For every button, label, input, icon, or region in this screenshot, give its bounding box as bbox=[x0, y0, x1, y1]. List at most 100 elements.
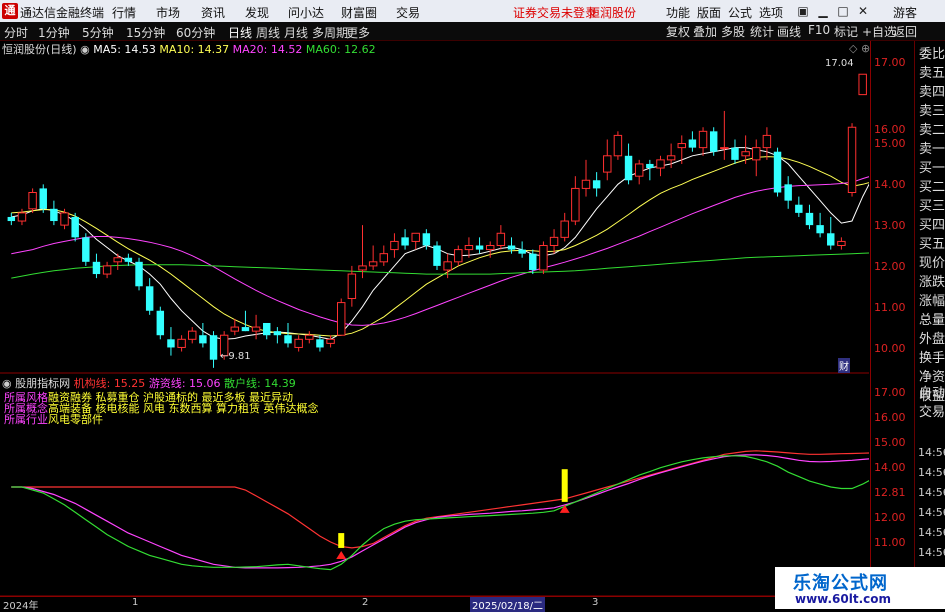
menu-item-options[interactable]: 选项 bbox=[759, 4, 783, 21]
ma60-label: MA60: 12.62 bbox=[305, 43, 376, 56]
multi-stock-button[interactable]: 多股 bbox=[721, 23, 745, 39]
side-panel-item[interactable]: 交易 bbox=[919, 405, 945, 420]
candle bbox=[634, 159, 644, 185]
side-panel-item: 14:56 bbox=[918, 526, 945, 539]
menu-item-bazaar[interactable]: 市场 bbox=[156, 4, 180, 21]
stock-label: 恒润股份(日线) bbox=[2, 43, 77, 56]
close-icon[interactable]: ✕ bbox=[853, 0, 873, 22]
add-watchlist-button[interactable]: +自选 bbox=[862, 23, 896, 39]
candle bbox=[156, 306, 165, 340]
period-tab-daily[interactable]: 日线 bbox=[228, 24, 252, 41]
minimize-icon[interactable]: ▁ bbox=[813, 0, 833, 22]
date-label: 3 bbox=[592, 597, 599, 608]
candle bbox=[518, 241, 526, 258]
period-tab-more[interactable]: 更多 bbox=[346, 24, 370, 41]
menu-item-trade[interactable]: 交易 bbox=[396, 4, 420, 21]
stats-button[interactable]: 统计 bbox=[750, 23, 774, 39]
period-tab-15min[interactable]: 15分钟 bbox=[126, 24, 165, 41]
guest-login[interactable]: 游客 bbox=[893, 4, 917, 21]
ma-line-ma5 bbox=[11, 147, 869, 340]
kline-chart[interactable] bbox=[0, 41, 869, 609]
candle bbox=[433, 241, 441, 270]
indicator-line-2 bbox=[11, 455, 869, 571]
draw-line-button[interactable]: 画线 bbox=[777, 23, 801, 39]
price-tick: 13.00 bbox=[874, 219, 906, 232]
candle bbox=[677, 135, 686, 164]
candle bbox=[50, 200, 58, 226]
candle bbox=[263, 322, 271, 340]
period-tab-60min[interactable]: 60分钟 bbox=[176, 24, 215, 41]
settings-icon[interactable]: ◉ bbox=[80, 43, 90, 56]
back-button[interactable]: 返回 bbox=[893, 23, 917, 39]
side-panel-item: 总量 bbox=[919, 313, 945, 328]
candle bbox=[496, 225, 506, 250]
candle bbox=[539, 241, 548, 275]
f10-button[interactable]: F10 bbox=[808, 23, 830, 39]
candle bbox=[411, 232, 420, 250]
candle bbox=[816, 212, 824, 238]
candle bbox=[251, 314, 261, 340]
price-tick: 16.00 bbox=[874, 123, 906, 136]
menu-item-news[interactable]: 资讯 bbox=[201, 4, 225, 21]
side-panel-item: 买五 bbox=[919, 237, 945, 252]
candle bbox=[784, 176, 792, 209]
price-axis: 17.00 16.00 15.00 14.00 13.00 12.00 11.0… bbox=[870, 41, 915, 609]
candle bbox=[326, 335, 335, 348]
cursor-date-label: 2025/02/18/二 bbox=[470, 597, 546, 612]
line-hotmoney-label: 游资线: 15.06 bbox=[148, 377, 221, 390]
price-tick: 12.00 bbox=[874, 260, 906, 273]
ma20-label: MA20: 14.52 bbox=[232, 43, 303, 56]
app-logo-icon: 通 bbox=[2, 3, 18, 19]
candle bbox=[305, 331, 314, 344]
side-panel-item: 卖四 bbox=[919, 85, 945, 100]
overlay-button[interactable]: 叠加 bbox=[693, 23, 717, 39]
period-tab-1min[interactable]: 1分钟 bbox=[38, 24, 70, 41]
settings-icon[interactable]: ◉ bbox=[2, 377, 12, 390]
candle bbox=[571, 176, 580, 226]
date-label: 2024年 bbox=[3, 601, 39, 612]
candle bbox=[379, 245, 389, 266]
menu-item-ask[interactable]: 问小达 bbox=[288, 4, 324, 21]
menu-item-market[interactable]: 行情 bbox=[112, 4, 136, 21]
period-tab-weekly[interactable]: 周线 bbox=[256, 24, 280, 41]
maximize-icon[interactable]: □ bbox=[833, 0, 853, 22]
menu-item-wealth[interactable]: 财富圈 bbox=[341, 4, 377, 21]
period-tab-intraday[interactable]: 分时 bbox=[4, 24, 28, 41]
side-panel-item: 换手 bbox=[919, 351, 945, 366]
candle bbox=[188, 327, 197, 344]
candle bbox=[294, 335, 303, 352]
date-label: 1 bbox=[132, 597, 139, 608]
side-panel-item: 14:56 bbox=[918, 446, 945, 459]
ma10-label: MA10: 14.37 bbox=[159, 43, 230, 56]
sub-tick: 15.00 bbox=[874, 436, 906, 449]
mark-button[interactable]: 标记 bbox=[834, 23, 858, 39]
candle bbox=[92, 253, 101, 279]
finance-badge[interactable]: 财 bbox=[838, 358, 850, 373]
side-panel-item: 涨跌 bbox=[919, 275, 945, 290]
period-tab-monthly[interactable]: 月线 bbox=[284, 24, 308, 41]
side-panel-item: 14:56 bbox=[918, 466, 945, 479]
candle bbox=[390, 233, 399, 258]
side-panel-item[interactable]: 自动 bbox=[919, 386, 945, 401]
menu-item-formula[interactable]: 公式 bbox=[728, 4, 752, 21]
candle bbox=[135, 257, 143, 291]
indicator-name[interactable]: 股朋指标网 bbox=[15, 377, 70, 390]
side-panel-item: 涨幅 bbox=[919, 294, 945, 309]
candle bbox=[646, 159, 654, 181]
login-warning[interactable]: 证券交易未登录 bbox=[513, 4, 597, 21]
period-tab-5min[interactable]: 5分钟 bbox=[82, 24, 114, 41]
note-industry: 所属行业风电零部件 bbox=[4, 413, 103, 426]
sub-tick: 12.00 bbox=[874, 511, 906, 524]
date-label: 2 bbox=[362, 597, 369, 608]
menu-item-discover[interactable]: 发现 bbox=[245, 4, 269, 21]
candle bbox=[624, 143, 633, 185]
candle bbox=[837, 237, 846, 250]
skin-icon[interactable]: ▣ bbox=[793, 0, 813, 22]
menu-item-layout[interactable]: 版面 bbox=[697, 4, 721, 21]
candle bbox=[358, 225, 367, 279]
chart-toggle-icon[interactable]: ◇ ⊕ bbox=[849, 42, 870, 55]
menu-item-function[interactable]: 功能 bbox=[666, 4, 690, 21]
period-tab-multi[interactable]: 多周期 bbox=[312, 24, 348, 41]
stock-notes: 所属风格融资融券 私募重仓 沪股通标的 最近多板 最近异动 所属概念高端装备 核… bbox=[4, 392, 318, 425]
adjust-button[interactable]: 复权 bbox=[666, 23, 690, 39]
